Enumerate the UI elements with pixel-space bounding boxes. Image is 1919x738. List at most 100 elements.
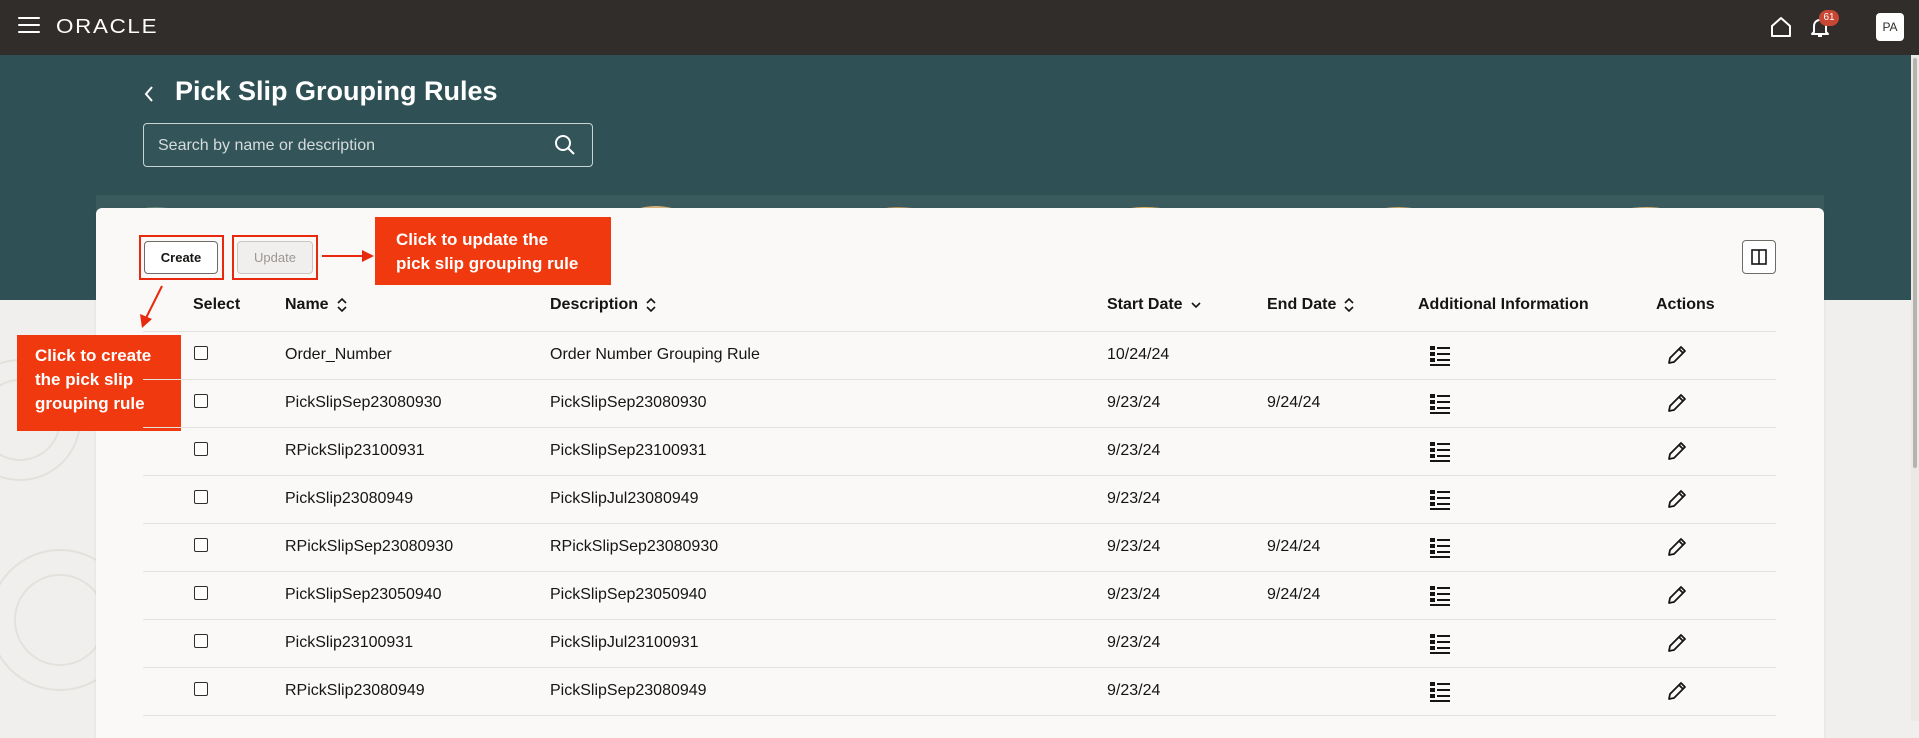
row-divider: [143, 379, 1776, 380]
row-select-checkbox[interactable]: [194, 586, 208, 600]
cell-end-date: 9/24/24: [1267, 538, 1321, 555]
cell-description: PickSlipSep23080949: [550, 682, 707, 699]
column-header-actions: Actions: [1656, 296, 1715, 314]
row-divider: [143, 331, 1776, 332]
cell-description: PickSlipSep23080930: [550, 394, 707, 411]
additional-info-icon[interactable]: [1429, 441, 1451, 463]
search-box: [143, 123, 593, 168]
row-divider: [143, 475, 1776, 476]
column-header-select: Select: [193, 296, 240, 314]
column-header-label: Start Date: [1107, 296, 1183, 313]
callout-line: Click to create: [35, 346, 152, 365]
columns-icon: [1751, 249, 1767, 265]
cell-start-date: 9/23/24: [1107, 538, 1161, 555]
additional-info-icon[interactable]: [1429, 537, 1451, 559]
row-divider: [143, 523, 1776, 524]
additional-info-icon[interactable]: [1429, 393, 1451, 415]
cell-start-date: 9/23/24: [1107, 682, 1161, 699]
column-header-start-date[interactable]: Start Date: [1107, 296, 1201, 314]
notification-badge: 61: [1819, 10, 1839, 26]
column-header-label: Description: [550, 296, 639, 313]
search-input[interactable]: [156, 124, 550, 168]
global-header: ORACLE 61 PA: [0, 0, 1919, 55]
cell-start-date: 10/24/24: [1107, 346, 1170, 363]
row-select-checkbox[interactable]: [194, 394, 208, 408]
cell-description: PickSlipJul23080949: [550, 490, 699, 507]
edit-icon[interactable]: [1666, 632, 1688, 654]
additional-info-icon[interactable]: [1429, 681, 1451, 703]
cell-name[interactable]: PickSlipSep23080930: [285, 394, 442, 412]
edit-icon[interactable]: [1666, 440, 1688, 462]
column-header-label: Actions: [1656, 296, 1715, 313]
column-header-label: Name: [285, 296, 329, 313]
cell-name[interactable]: Order_Number: [285, 346, 392, 364]
cell-description: PickSlipSep23050940: [550, 586, 707, 603]
cell-end-date: 9/24/24: [1267, 394, 1321, 411]
row-divider: [143, 667, 1776, 668]
callout-line: Click to update the: [396, 230, 549, 249]
sort-icon[interactable]: [646, 297, 656, 312]
update-callout: Click to update the pick slip grouping r…: [375, 217, 611, 285]
cell-name[interactable]: PickSlip23080949: [285, 490, 413, 508]
column-header-description[interactable]: Description: [550, 296, 656, 314]
cell-end-date: 9/24/24: [1267, 586, 1321, 603]
home-icon[interactable]: [1769, 15, 1793, 39]
row-select-checkbox[interactable]: [194, 490, 208, 504]
additional-info-icon[interactable]: [1429, 345, 1451, 367]
edit-icon[interactable]: [1666, 584, 1688, 606]
callout-arrow: [322, 250, 374, 262]
callout-line: grouping rule: [35, 394, 145, 413]
create-callout: Click to create the pick slip grouping r…: [17, 335, 181, 431]
cell-start-date: 9/23/24: [1107, 394, 1161, 411]
column-header-label: End Date: [1267, 296, 1337, 313]
edit-icon[interactable]: [1666, 488, 1688, 510]
row-divider: [143, 427, 1776, 428]
callout-line: pick slip grouping rule: [396, 254, 579, 273]
edit-icon[interactable]: [1666, 680, 1688, 702]
column-layout-button[interactable]: [1742, 240, 1776, 274]
callout-arrow: [140, 285, 163, 328]
row-divider: [143, 571, 1776, 572]
page-title: Pick Slip Grouping Rules: [175, 76, 498, 106]
user-avatar[interactable]: PA: [1876, 13, 1904, 41]
row-select-checkbox[interactable]: [194, 442, 208, 456]
column-header-label: Additional Information: [1418, 296, 1589, 313]
oracle-logo: ORACLE: [56, 16, 159, 38]
edit-icon[interactable]: [1666, 392, 1688, 414]
cell-name[interactable]: RPickSlip23080949: [285, 682, 425, 700]
additional-info-icon[interactable]: [1429, 633, 1451, 655]
row-select-checkbox[interactable]: [194, 346, 208, 360]
create-button[interactable]: Create: [144, 241, 218, 274]
row-divider: [143, 715, 1776, 716]
menu-icon[interactable]: [18, 17, 40, 35]
cell-name[interactable]: PickSlipSep23050940: [285, 586, 442, 604]
cell-start-date: 9/23/24: [1107, 490, 1161, 507]
row-select-checkbox[interactable]: [194, 634, 208, 648]
edit-icon[interactable]: [1666, 344, 1688, 366]
cell-description: RPickSlipSep23080930: [550, 538, 719, 555]
callout-line: the pick slip: [35, 370, 134, 389]
additional-info-icon[interactable]: [1429, 585, 1451, 607]
column-header-additional-information: Additional Information: [1418, 296, 1589, 314]
scrollbar-thumb[interactable]: [1913, 58, 1917, 468]
sort-icon[interactable]: [337, 297, 347, 312]
cell-name[interactable]: RPickSlip23100931: [285, 442, 425, 460]
search-icon[interactable]: [554, 134, 576, 156]
row-select-checkbox[interactable]: [194, 538, 208, 552]
additional-info-icon[interactable]: [1429, 489, 1451, 511]
column-header-name[interactable]: Name: [285, 296, 347, 314]
cell-description: PickSlipSep23100931: [550, 442, 707, 459]
cell-start-date: 9/23/24: [1107, 586, 1161, 603]
column-header-label: Select: [193, 296, 241, 313]
sort-icon[interactable]: [1344, 297, 1354, 312]
cell-description: PickSlipJul23100931: [550, 634, 699, 651]
update-button: Update: [237, 241, 313, 274]
back-icon[interactable]: [141, 84, 157, 104]
sort-descending-icon[interactable]: [1191, 300, 1201, 310]
cell-name[interactable]: RPickSlipSep23080930: [285, 538, 453, 556]
cell-name[interactable]: PickSlip23100931: [285, 634, 413, 652]
column-header-end-date[interactable]: End Date: [1267, 296, 1354, 314]
edit-icon[interactable]: [1666, 536, 1688, 558]
row-select-checkbox[interactable]: [194, 682, 208, 696]
row-divider: [143, 619, 1776, 620]
